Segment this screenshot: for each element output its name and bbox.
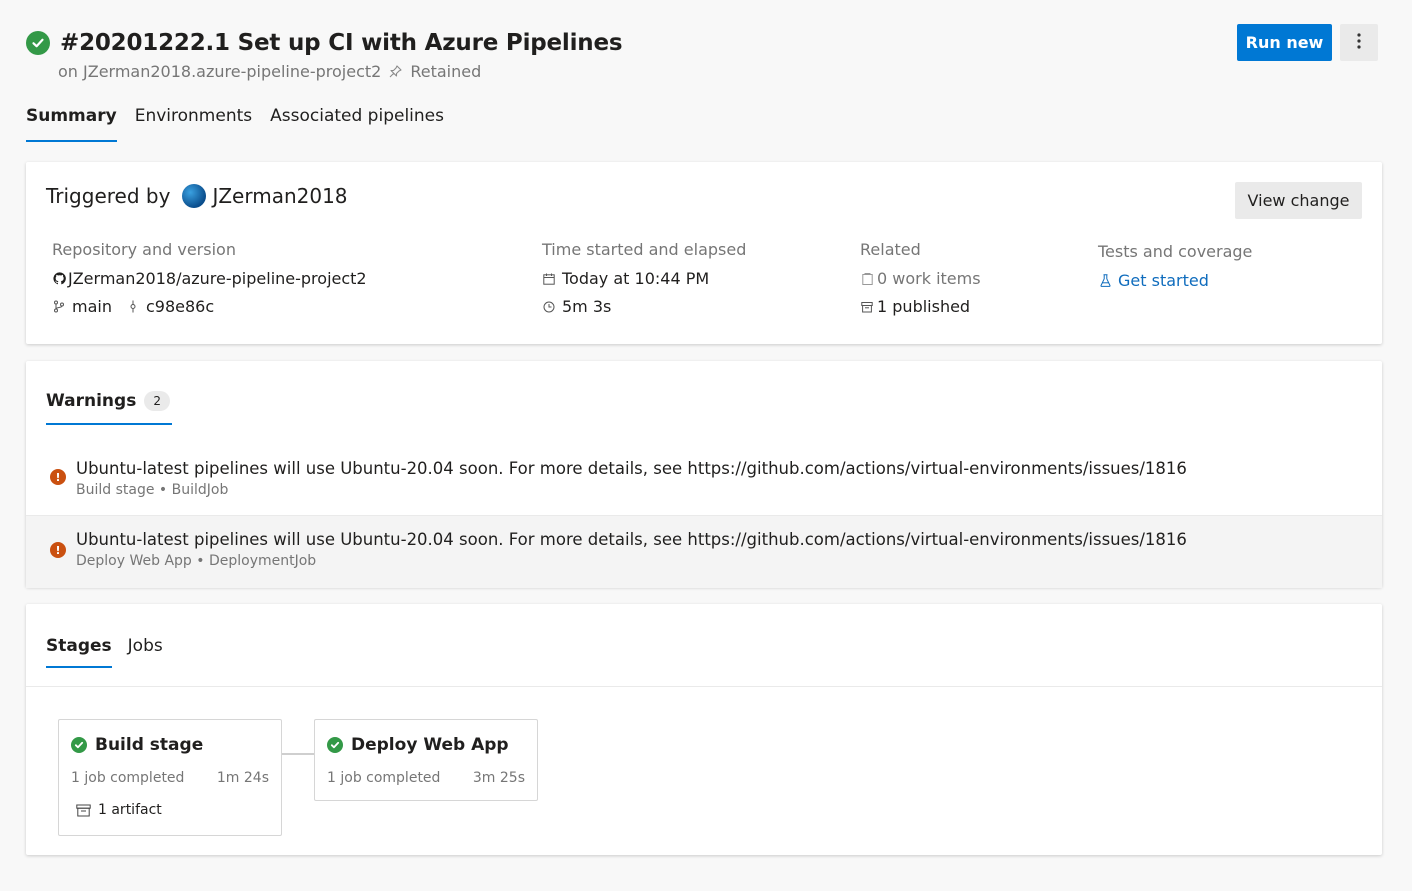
tab-summary[interactable]: Summary (26, 106, 117, 142)
summary-card: Triggered by JZerman2018 View change Rep… (26, 162, 1382, 344)
retained-label: Retained (410, 62, 482, 81)
get-started-link[interactable]: Get started (1118, 271, 1209, 290)
success-check-icon (327, 737, 343, 753)
warnings-card: Warnings 2 ! Ubuntu-latest pipelines wil… (26, 361, 1382, 588)
elapsed-time: 5m 3s (562, 297, 612, 316)
warning-source: Build stage • BuildJob (76, 482, 229, 498)
commit-id[interactable]: c98e86c (146, 297, 214, 316)
tests-heading: Tests and coverage (1098, 242, 1253, 261)
stages-tabs: Stages Jobs (46, 636, 163, 668)
get-started-line: Get started (1098, 271, 1252, 290)
work-item-icon (860, 272, 874, 286)
warnings-count-badge: 2 (144, 391, 170, 411)
time-column: Time started and elapsed Today at 10:44 … (542, 240, 746, 325)
calendar-icon (542, 272, 556, 286)
triggered-by: Triggered by JZerman2018 (46, 184, 348, 208)
time-heading: Time started and elapsed (542, 240, 747, 259)
beaker-icon (1098, 274, 1112, 288)
warning-content: Ubuntu-latest pipelines will use Ubuntu-… (76, 516, 1187, 569)
published-artifacts-link[interactable]: 1 published (877, 297, 970, 316)
stage-title: Build stage (71, 735, 203, 755)
warning-message: Ubuntu-latest pipelines will use Ubuntu-… (76, 530, 1187, 549)
stage-duration: 1m 24s (216, 770, 269, 786)
branch-name[interactable]: main (72, 297, 112, 316)
tab-jobs[interactable]: Jobs (128, 636, 163, 668)
run-new-button[interactable]: Run new (1237, 24, 1332, 61)
stage-duration: 3m 25s (472, 770, 525, 786)
stage-status: 1 job completed (327, 770, 441, 786)
artifact-count: 1 artifact (98, 802, 162, 818)
stages-card: Stages Jobs Build stage 1 job completed … (26, 604, 1382, 855)
repository-line: JZerman2018/azure-pipeline-project2 (52, 269, 367, 288)
stage-title: Deploy Web App (327, 735, 509, 755)
triggered-by-user[interactable]: JZerman2018 (212, 184, 347, 208)
repo-subtitle: on JZerman2018.azure-pipeline-project2 (58, 62, 382, 81)
avatar (182, 184, 207, 208)
triggered-by-label: Triggered by (46, 184, 171, 208)
branch-icon (52, 300, 66, 314)
stage-card-deploy[interactable]: Deploy Web App 1 job completed 3m 25s (314, 719, 538, 801)
repository-heading: Repository and version (52, 240, 236, 259)
related-column: Related 0 work items 1 published (860, 240, 981, 325)
tab-stages[interactable]: Stages (46, 636, 112, 668)
artifact-icon (860, 300, 874, 314)
run-subtitle: on JZerman2018.azure-pipeline-project2 R… (58, 62, 481, 81)
run-tabs: Summary Environments Associated pipeline… (26, 106, 444, 142)
more-vertical-icon (1357, 33, 1361, 52)
divider (26, 686, 1382, 687)
stage-connector (281, 753, 314, 755)
more-actions-button[interactable] (1340, 24, 1378, 61)
warning-icon: ! (50, 469, 66, 485)
started-time: Today at 10:44 PM (562, 269, 710, 288)
clock-icon (542, 300, 556, 314)
stage-name: Deploy Web App (351, 735, 509, 755)
success-check-icon (71, 737, 87, 753)
warning-row[interactable]: ! Ubuntu-latest pipelines will use Ubunt… (26, 453, 1382, 515)
run-title-row: #20201222.1 Set up CI with Azure Pipelin… (26, 30, 623, 56)
github-icon (52, 272, 66, 286)
stage-meta: 1 job completed 1m 24s (71, 770, 269, 786)
stage-artifact[interactable]: 1 artifact (76, 802, 162, 818)
stage-meta: 1 job completed 3m 25s (327, 770, 525, 786)
view-change-button[interactable]: View change (1235, 182, 1362, 219)
work-items-count: 0 work items (877, 269, 981, 288)
warning-source: Deploy Web App • DeploymentJob (76, 553, 317, 569)
published-line: 1 published (860, 297, 981, 316)
artifact-icon (76, 803, 91, 817)
warnings-label: Warnings (46, 391, 137, 411)
stage-name: Build stage (95, 735, 204, 755)
tab-associated-pipelines[interactable]: Associated pipelines (270, 106, 444, 142)
repository-column: Repository and version JZerman2018/azure… (52, 240, 367, 325)
repository-link[interactable]: JZerman2018/azure-pipeline-project2 (68, 269, 367, 288)
warning-icon: ! (50, 542, 66, 558)
pin-icon (389, 65, 402, 78)
started-line: Today at 10:44 PM (542, 269, 746, 288)
related-heading: Related (860, 240, 921, 259)
elapsed-line: 5m 3s (542, 297, 746, 316)
stage-status: 1 job completed (71, 770, 185, 786)
warning-message: Ubuntu-latest pipelines will use Ubuntu-… (76, 459, 1187, 478)
commit-icon (126, 300, 140, 314)
warning-content: Ubuntu-latest pipelines will use Ubuntu-… (76, 453, 1187, 498)
success-check-icon (26, 31, 50, 55)
work-items-line: 0 work items (860, 269, 981, 288)
warning-row[interactable]: ! Ubuntu-latest pipelines will use Ubunt… (26, 515, 1382, 588)
tab-environments[interactable]: Environments (135, 106, 252, 142)
tests-column: Tests and coverage Get started (1098, 242, 1252, 299)
page-title: #20201222.1 Set up CI with Azure Pipelin… (60, 30, 623, 56)
stage-card-build[interactable]: Build stage 1 job completed 1m 24s 1 art… (58, 719, 282, 836)
version-line: main c98e86c (52, 297, 367, 316)
tab-warnings[interactable]: Warnings 2 (46, 391, 172, 425)
